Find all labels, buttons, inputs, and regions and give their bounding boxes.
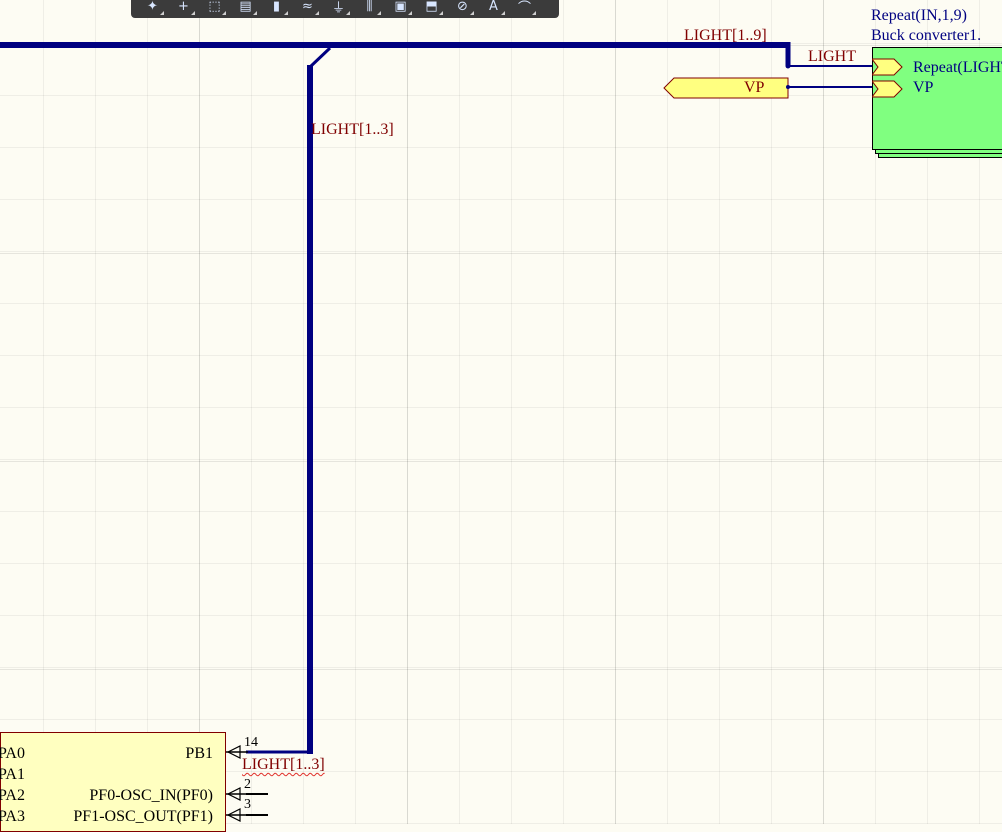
sheet-entry-light-label: Repeat(LIGHT xyxy=(913,59,1002,76)
sheet-entry-light-shape[interactable] xyxy=(872,58,903,76)
sheet-designator[interactable]: Buck converter1. xyxy=(871,28,981,44)
mcu-component[interactable]: PA0 PA1 PA2 PA3 PB1 PF0-OSC_IN(PF0) PF1-… xyxy=(0,732,226,832)
net-label-bus-top[interactable]: LIGHT[1..9] xyxy=(684,28,767,44)
pin-pb1: PB1 xyxy=(185,745,213,762)
sheet-repeat-label[interactable]: Repeat(IN,1,9) xyxy=(871,8,967,24)
pin-pf0: PF0-OSC_IN(PF0) xyxy=(89,787,213,804)
schematic-wires xyxy=(0,42,872,822)
pin-pa2: PA2 xyxy=(0,787,25,804)
pin-number-14: 14 xyxy=(244,735,258,750)
sheet-entry-vp-label: VP xyxy=(913,79,934,96)
pin-pa0: PA0 xyxy=(0,745,25,762)
port-vp-label[interactable]: VP xyxy=(744,80,764,96)
bus-entry[interactable] xyxy=(308,46,332,69)
pin-pa1: PA1 xyxy=(0,766,25,783)
pin-pa3: PA3 xyxy=(0,808,25,825)
net-label-light[interactable]: LIGHT xyxy=(808,49,856,65)
pin-number-2: 2 xyxy=(244,777,251,792)
sheet-entry-vp-shape[interactable] xyxy=(872,80,903,98)
pin-number-3: 3 xyxy=(244,797,251,812)
net-label-bus-bottom[interactable]: LIGHT[1..3] xyxy=(242,757,325,773)
net-label-bus-branch[interactable]: LIGHT[1..3] xyxy=(311,122,394,138)
port-vp-shape[interactable] xyxy=(663,77,789,99)
pin-pf1: PF1-OSC_OUT(PF1) xyxy=(73,808,213,825)
